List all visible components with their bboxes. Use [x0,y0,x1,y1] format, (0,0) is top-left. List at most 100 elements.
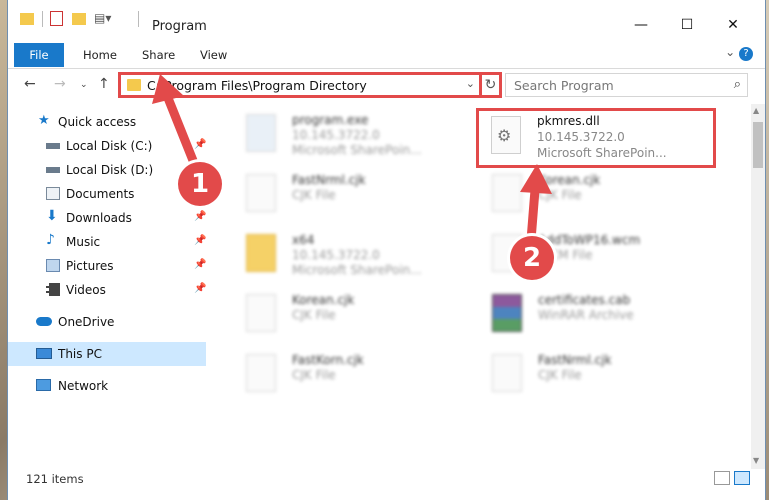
sidebar-item-local-disk-c[interactable]: Local Disk (C:) 📌 [8,134,206,158]
sidebar-item-label: Network [58,379,109,393]
star-icon: ★ [38,113,50,128]
sidebar-item-network[interactable]: Network [8,374,206,398]
sidebar-item-pictures[interactable]: Pictures 📌 [8,254,206,278]
navigation-bar: ← → ⌄ ↑ C:\Program Files\Program Directo… [8,69,765,101]
network-icon [36,379,51,391]
back-arrow-icon[interactable]: ← [24,76,36,92]
sidebar-item-local-disk-d[interactable]: Local Disk (D:) [8,158,206,182]
file-name: pkmres.dll [537,114,600,128]
address-bar[interactable]: C:\Program Files\Program Directory ⌄ [118,72,482,98]
file-item[interactable]: certificates.cab WinRAR Archive [476,288,716,344]
separator [42,11,43,27]
archive-icon [492,294,522,332]
file-item[interactable]: program.exe 10.145.3722.0 Microsoft Shar… [230,108,470,164]
vertical-scrollbar[interactable]: ▲ ▼ [751,104,765,469]
dll-gear-icon: ⚙ [491,116,521,154]
sidebar-item-label: Pictures [66,259,114,273]
address-path[interactable]: C:\Program Files\Program Directory [147,78,367,93]
file-icon [246,354,276,392]
customize-toolbar-icon[interactable]: ▤▾ [94,11,111,25]
sidebar-item-videos[interactable]: Videos 📌 [8,278,206,302]
file-name: FastNrml.cjk [538,353,612,367]
file-version: 10.145.3722.0 [292,248,380,262]
sidebar-item-label: Documents [66,187,135,201]
pin-icon[interactable]: 📌 [194,283,206,294]
step-callout-2: 2 [510,236,554,280]
pin-icon[interactable]: 📌 [194,235,206,246]
file-type: CJK File [538,368,582,382]
tab-home[interactable]: Home [83,44,117,66]
sidebar-item-music[interactable]: ♪ Music 📌 [8,230,206,254]
search-input[interactable]: Search Program ⌕ [505,73,748,97]
new-folder-icon[interactable] [72,13,86,25]
details-view-icon[interactable] [714,471,730,485]
file-item-pkmres-dll[interactable]: ⚙ pkmres.dll 10.145.3722.0 Microsoft Sha… [476,108,716,168]
file-name: x64 [292,233,315,247]
sidebar-item-onedrive[interactable]: OneDrive [8,310,206,334]
folder-icon[interactable] [20,13,34,25]
file-item[interactable]: FastKorn.cjk CJK File [230,348,470,404]
file-item[interactable]: Korean.cjk CJK File [230,288,470,344]
file-item[interactable]: x64 10.145.3722.0 Microsoft SharePoin... [230,228,470,284]
pc-icon [36,348,52,359]
exe-icon [246,114,276,152]
title-bar: ▤▾ Program — ☐ ✕ [8,0,765,40]
scroll-up-icon[interactable]: ▲ [753,106,759,115]
refresh-button[interactable]: ↻ [482,72,502,98]
file-item[interactable]: FastNrml.cjk CJK File [230,168,470,224]
file-type: CJK File [538,188,582,202]
sidebar-item-this-pc[interactable]: This PC [8,342,206,366]
minimize-button[interactable]: — [618,12,664,38]
scroll-thumb[interactable] [753,122,763,168]
folder-icon [246,234,276,272]
file-type: CJK File [292,308,336,322]
separator [138,11,139,27]
sidebar-item-label: Local Disk (D:) [66,163,154,177]
sidebar-item-downloads[interactable]: ⬇ Downloads 📌 [8,206,206,230]
file-version: 10.145.3722.0 [537,130,625,144]
tab-view[interactable]: View [200,44,227,66]
tab-file[interactable]: File [14,43,64,67]
maximize-button[interactable]: ☐ [664,12,710,38]
step-callout-1: 1 [178,162,222,206]
file-name: FastKorn.cjk [292,353,364,367]
large-icons-view-icon[interactable] [734,471,750,485]
file-name: program.exe [292,113,369,127]
sidebar-item-label: Local Disk (C:) [66,139,153,153]
music-icon: ♪ [46,232,55,248]
pin-icon[interactable]: 📌 [194,259,206,270]
tab-share[interactable]: Share [142,44,175,66]
file-type: CJK File [292,188,336,202]
properties-icon[interactable] [50,11,63,26]
navigation-pane: ★ Quick access Local Disk (C:) 📌 Local D… [8,104,208,459]
file-item[interactable]: FastNrml.cjk CJK File [476,348,716,404]
file-description: Microsoft SharePoin... [537,146,667,160]
help-icon[interactable]: ? [739,47,753,61]
ribbon-expand-controls[interactable]: ⌄ ? [725,45,753,61]
documents-icon [46,187,60,200]
close-button[interactable]: ✕ [710,12,756,38]
sidebar-item-quick-access[interactable]: ★ Quick access [8,110,206,134]
pin-icon[interactable]: 📌 [194,211,206,222]
gear-icon: ⚙ [497,126,512,145]
forward-arrow-icon[interactable]: → [54,76,66,92]
scroll-down-icon[interactable]: ▼ [753,456,759,465]
file-icon [246,294,276,332]
window-title: Program [152,19,207,34]
file-version: 10.145.3722.0 [292,128,380,142]
file-name: FastNrml.cjk [292,173,366,187]
chevron-down-icon[interactable]: ⌄ [466,77,475,90]
pin-icon[interactable]: 📌 [194,139,206,150]
explorer-window: ▤▾ Program — ☐ ✕ File Home Share View ⌄ … [8,0,765,500]
search-icon[interactable]: ⌕ [734,77,741,92]
sidebar-item-label: Quick access [58,115,137,129]
file-icon [492,354,522,392]
up-arrow-icon[interactable]: ↑ [98,76,110,92]
file-icon [492,174,522,212]
sidebar-item-label: OneDrive [58,315,115,329]
sidebar-item-documents[interactable]: Documents [8,182,206,206]
file-item[interactable]: Korean.cjk CJK File [476,168,716,224]
sidebar-item-label: This PC [58,347,102,361]
sidebar-item-label: Downloads [66,211,132,225]
recent-locations-icon[interactable]: ⌄ [80,80,88,90]
